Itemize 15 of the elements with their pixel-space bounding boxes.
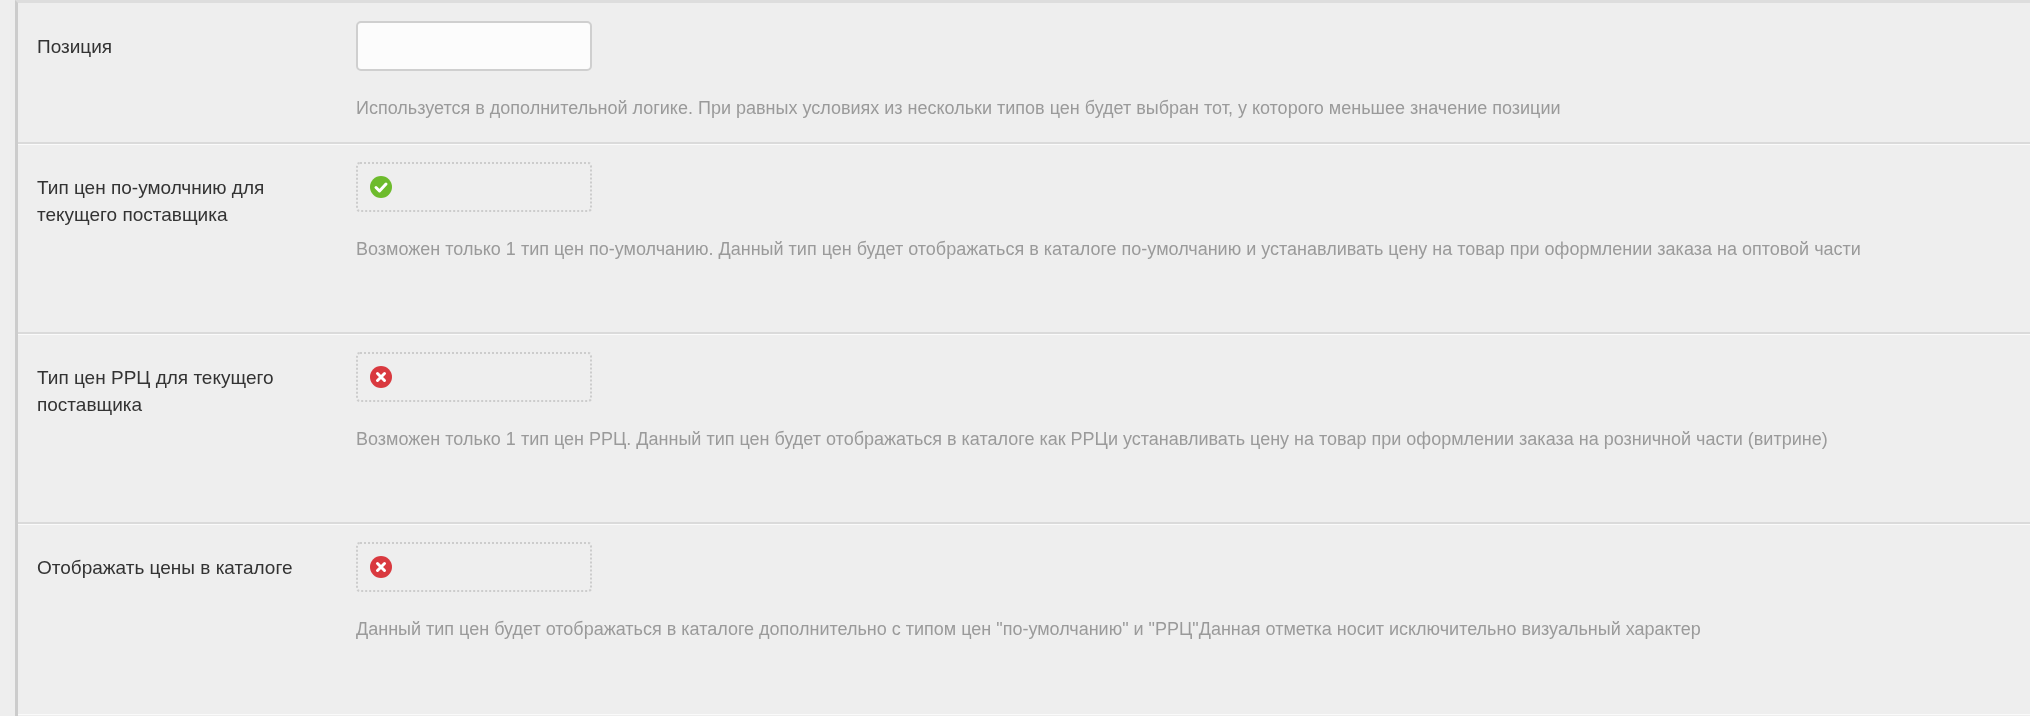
field-label: Позиция xyxy=(37,35,114,59)
toggle-field[interactable] xyxy=(356,162,592,212)
position-input[interactable] xyxy=(356,21,592,71)
field-label: Тип цен по-умолчнию для текущего поставщика xyxy=(37,176,266,227)
help-text: Данный тип цен будет отображаться в каталоге дополнительно с типом цен "по-умолчанию" и "РРЦ"Данная отметка носит исключительно визуальный характер xyxy=(356,618,1702,641)
toggle-field[interactable] xyxy=(356,352,592,402)
help-text: Используется в дополнительной логике. При равных условиях из нескольки типов цен будет выбран тот, у которого меньшее значение позиции xyxy=(356,97,1562,120)
help-text: Возможен только 1 тип цен по-умолчанию. Данный тип цен будет отображаться в каталоге по-умолчанию и устанавливать цену на товар при оформлении заказа на оптовой части xyxy=(356,238,1862,261)
cross-icon xyxy=(370,556,392,578)
help-text: Возможен только 1 тип цен РРЦ. Данный тип цен будет отображаться в каталоге как РРЦи устанавливать цену на товар при оформлении заказа на розничной части (витрине) xyxy=(356,428,1829,451)
toggle-field[interactable] xyxy=(356,542,592,592)
field-label: Тип цен РРЦ для текущего поставщика xyxy=(37,366,275,417)
cross-icon xyxy=(370,366,392,388)
field-label: Отображать цены в каталоге xyxy=(37,556,294,580)
check-icon xyxy=(370,176,392,198)
